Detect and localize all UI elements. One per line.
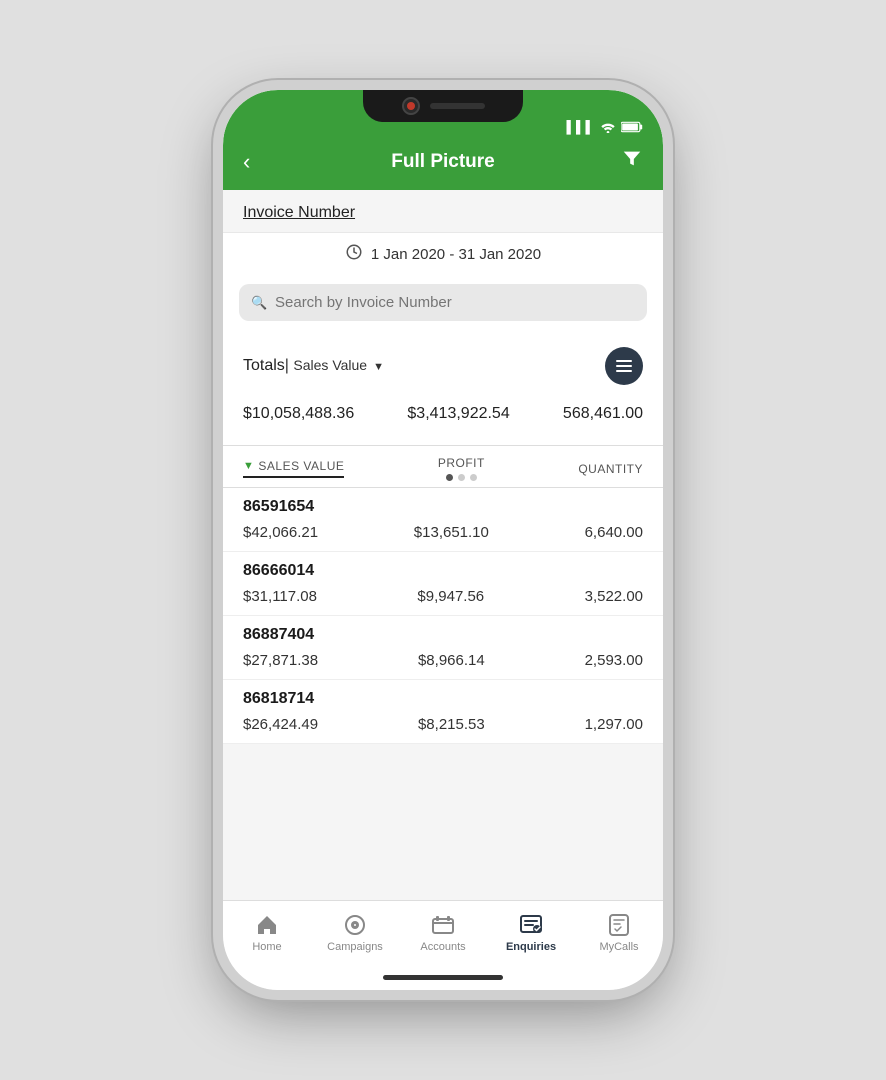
sort-dot-3	[470, 474, 477, 481]
battery-icon	[621, 121, 643, 133]
invoice-id-3: 86887404	[243, 626, 314, 643]
menu-button[interactable]	[605, 347, 643, 385]
col-header-profit[interactable]: PROFIT	[438, 456, 485, 481]
tab-campaigns-label: Campaigns	[327, 941, 383, 953]
menu-line-3	[616, 370, 632, 372]
invoice-values-4: $26,424.49 $8,215.53 1,297.00	[223, 712, 663, 743]
totals-value-3: 568,461.00	[563, 405, 643, 423]
clock-icon	[345, 243, 363, 266]
table-row: 86666014 $31,117.08 $9,947.56 3,522.00	[223, 552, 663, 616]
dropdown-arrow-icon[interactable]: ▼	[370, 361, 384, 373]
invoice-id-row[interactable]: 86818714	[223, 680, 663, 712]
enquiries-icon	[519, 913, 543, 937]
search-wrapper	[239, 284, 647, 321]
date-range-section: 1 Jan 2020 - 31 Jan 2020	[223, 233, 663, 276]
status-icons: ▌▌▌	[566, 120, 643, 134]
invoice-values-1: $42,066.21 $13,651.10 6,640.00	[223, 520, 663, 551]
totals-section: Totals| Sales Value ▼ $10,058,488.36 $3,…	[223, 333, 663, 445]
inv3-profit: $8,966.14	[418, 652, 485, 669]
inv1-profit: $13,651.10	[414, 524, 489, 541]
sort-dot-1	[446, 474, 453, 481]
inv4-sales: $26,424.49	[243, 716, 318, 733]
page-title: Full Picture	[273, 151, 613, 173]
home-indicator	[383, 975, 503, 980]
invoice-number-label: Invoice Number	[243, 204, 355, 221]
screen: ▌▌▌ ‹ Full Picture	[223, 90, 663, 990]
tab-home[interactable]: Home	[223, 909, 311, 957]
camera-icon	[402, 97, 420, 115]
sort-dot-2	[458, 474, 465, 481]
home-icon	[255, 913, 279, 937]
accounts-icon	[431, 913, 455, 937]
invoice-id-row[interactable]: 86887404	[223, 616, 663, 648]
totals-values: $10,058,488.36 $3,413,922.54 568,461.00	[243, 397, 643, 437]
totals-header: Totals| Sales Value ▼	[243, 347, 643, 385]
tab-campaigns[interactable]: Campaigns	[311, 909, 399, 957]
inv3-qty: 2,593.00	[585, 652, 643, 669]
invoice-id-1: 86591654	[243, 498, 314, 515]
filter-icon	[621, 148, 643, 170]
tab-enquiries-label: Enquiries	[506, 941, 556, 953]
tab-home-label: Home	[252, 941, 281, 953]
status-bar: ▌▌▌	[223, 90, 663, 140]
table-row: 86887404 $27,871.38 $8,966.14 2,593.00	[223, 616, 663, 680]
invoice-id-2: 86666014	[243, 562, 314, 579]
inv2-sales: $31,117.08	[243, 588, 317, 605]
inv4-profit: $8,215.53	[418, 716, 485, 733]
table-row: 86591654 $42,066.21 $13,651.10 6,640.00	[223, 488, 663, 552]
totals-text: Totals	[243, 357, 285, 374]
invoice-id-row[interactable]: 86666014	[223, 552, 663, 584]
notch	[363, 90, 523, 122]
inv3-sales: $27,871.38	[243, 652, 318, 669]
mycalls-icon	[607, 913, 631, 937]
app-header: ‹ Full Picture	[223, 140, 663, 190]
inv4-qty: 1,297.00	[585, 716, 643, 733]
table-header: ▼ SALES VALUE PROFIT	[223, 446, 663, 488]
totals-value-1: $10,058,488.36	[243, 405, 354, 423]
col-label-profit: PROFIT	[438, 456, 485, 470]
sort-indicators	[446, 474, 477, 481]
totals-label: Totals| Sales Value ▼	[243, 357, 384, 374]
totals-label-group: Totals| Sales Value ▼	[243, 357, 384, 375]
tab-mycalls[interactable]: MyCalls	[575, 909, 663, 957]
invoice-values-3: $27,871.38 $8,966.14 2,593.00	[223, 648, 663, 679]
clock-svg	[345, 243, 363, 261]
invoice-values-2: $31,117.08 $9,947.56 3,522.00	[223, 584, 663, 615]
totals-value-2: $3,413,922.54	[407, 405, 509, 423]
menu-line-1	[616, 360, 632, 362]
tab-accounts-label: Accounts	[420, 941, 465, 953]
tab-mycalls-label: MyCalls	[599, 941, 638, 953]
date-range-text: 1 Jan 2020 - 31 Jan 2020	[371, 246, 541, 263]
col-header-quantity[interactable]: QUANTITY	[578, 462, 643, 476]
menu-line-2	[616, 365, 632, 367]
filter-button[interactable]	[613, 148, 643, 176]
campaigns-icon	[343, 913, 367, 937]
table-section: ▼ SALES VALUE PROFIT	[223, 445, 663, 744]
invoice-number-section: Invoice Number	[223, 190, 663, 233]
col-underline	[243, 476, 344, 478]
sort-arrow-icon: ▼	[243, 460, 254, 472]
wifi-icon	[600, 121, 616, 133]
invoice-id-row[interactable]: 86591654	[223, 488, 663, 520]
speaker	[430, 103, 485, 109]
sort-label: Sales Value	[293, 357, 367, 373]
col-header-sales-value[interactable]: ▼ SALES VALUE	[243, 459, 344, 478]
search-input[interactable]	[239, 284, 647, 321]
inv2-qty: 3,522.00	[585, 588, 643, 605]
signal-icon: ▌▌▌	[566, 120, 595, 134]
col-label-sales-value: SALES VALUE	[258, 459, 344, 473]
table-row: 86818714 $26,424.49 $8,215.53 1,297.00	[223, 680, 663, 744]
phone-frame: ▌▌▌ ‹ Full Picture	[223, 90, 663, 990]
inv1-sales: $42,066.21	[243, 524, 318, 541]
back-button[interactable]: ‹	[243, 149, 273, 175]
invoice-id-4: 86818714	[243, 690, 314, 707]
main-content: Invoice Number 1 Jan 2020 - 31 Jan 2020	[223, 190, 663, 892]
col-label-quantity: QUANTITY	[578, 462, 643, 476]
inv2-profit: $9,947.56	[417, 588, 484, 605]
tab-accounts[interactable]: Accounts	[399, 909, 487, 957]
inv1-qty: 6,640.00	[585, 524, 643, 541]
search-section	[223, 276, 663, 333]
tab-enquiries[interactable]: Enquiries	[487, 909, 575, 957]
